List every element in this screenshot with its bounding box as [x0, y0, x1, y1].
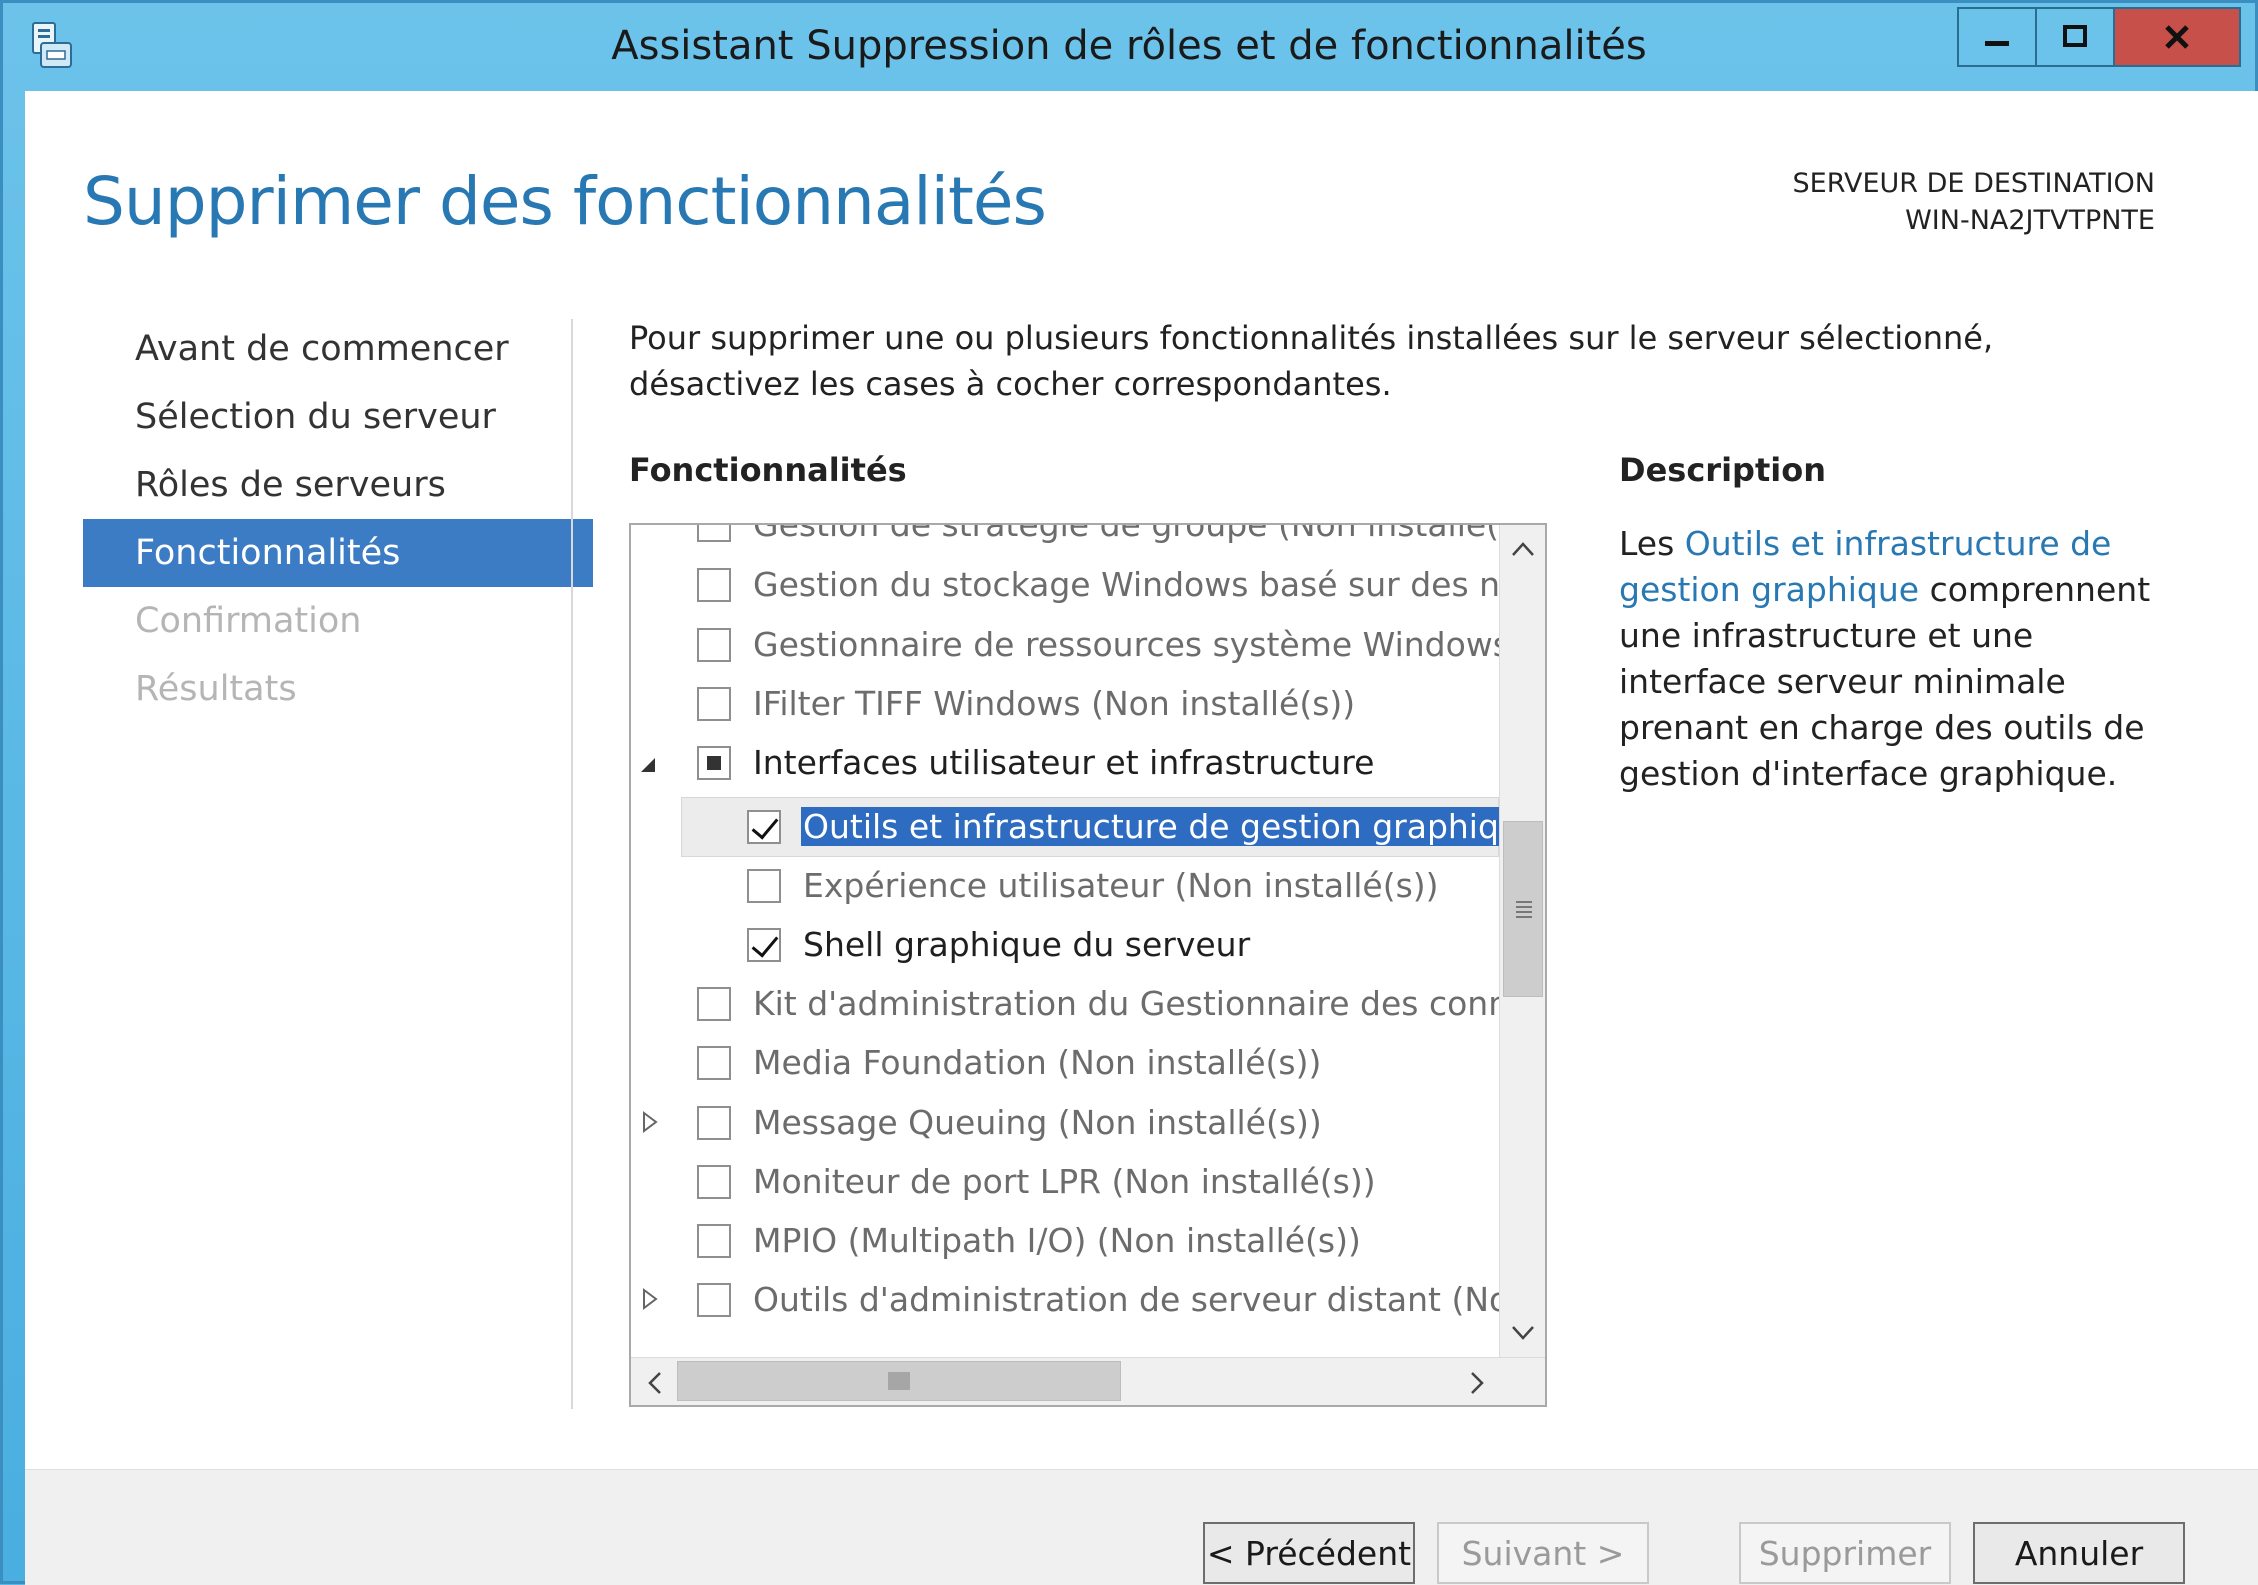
- scroll-down-icon[interactable]: [1510, 1323, 1536, 1343]
- nav-step-selection-serveur[interactable]: Sélection du serveur: [83, 383, 593, 451]
- tree-item[interactable]: Message Queuing (Non installé(s)): [631, 1093, 1499, 1152]
- feature-checkbox[interactable]: [697, 986, 731, 1021]
- scroll-right-icon[interactable]: [1467, 1370, 1487, 1396]
- vertical-scroll-thumb[interactable]: [1503, 821, 1543, 997]
- feature-label: Gestionnaire de ressources système Windo…: [753, 625, 1499, 664]
- features-tree-rows: Gestion de stratégie de groupe (Non inst…: [631, 525, 1499, 1357]
- nav-step-confirmation: Confirmation: [135, 601, 362, 641]
- tree-item[interactable]: Expérience utilisateur (Non installé(s)): [631, 856, 1499, 915]
- features-tree[interactable]: Gestion de stratégie de groupe (Non inst…: [629, 523, 1547, 1407]
- feature-checkbox[interactable]: [697, 1282, 731, 1317]
- cancel-button[interactable]: Annuler: [1973, 1522, 2185, 1584]
- feature-checkbox[interactable]: [697, 686, 731, 721]
- feature-label: Gestion de stratégie de groupe (Non inst…: [753, 525, 1499, 544]
- description-prefix: Les: [1619, 524, 1685, 563]
- collapsed-arrow-icon[interactable]: [641, 1288, 659, 1310]
- destination-server: SERVEUR DE DESTINATION WIN-NA2JTVTPNTE: [1793, 165, 2155, 239]
- feature-checkbox[interactable]: [747, 868, 781, 903]
- feature-checkbox[interactable]: [747, 809, 781, 844]
- nav-step-resultats: Résultats: [135, 669, 297, 709]
- wizard-steps-nav: Avant de commencer Sélection du serveur …: [83, 315, 593, 723]
- maximize-button[interactable]: [2037, 9, 2115, 65]
- tree-item[interactable]: Outils et infrastructure de gestion grap…: [631, 797, 1499, 856]
- feature-checkbox[interactable]: [697, 1223, 731, 1258]
- intro-text: Pour supprimer une ou plusieurs fonction…: [629, 319, 1994, 403]
- feature-label: IFilter TIFF Windows (Non installé(s)): [753, 684, 1356, 723]
- horizontal-scrollbar[interactable]: [631, 1357, 1545, 1405]
- maximize-icon: [2063, 25, 2087, 47]
- feature-checkbox[interactable]: [697, 525, 731, 542]
- description-heading: Description: [1619, 451, 1826, 489]
- feature-checkbox[interactable]: [697, 1045, 731, 1080]
- tree-item[interactable]: Gestion du stockage Windows basé sur des…: [631, 555, 1499, 614]
- feature-label: Message Queuing (Non installé(s)): [753, 1103, 1322, 1142]
- page-title: Supprimer des fonctionnalités: [83, 163, 1047, 240]
- destination-server-name: WIN-NA2JTVTPNTE: [1905, 205, 2155, 236]
- feature-label: Kit d'administration du Gestionnaire des…: [753, 984, 1499, 1023]
- previous-button[interactable]: < Précédent: [1203, 1522, 1415, 1584]
- nav-step-avant-de-commencer[interactable]: Avant de commencer: [83, 315, 593, 383]
- feature-checkbox[interactable]: [697, 1164, 731, 1199]
- feature-label: Gestion du stockage Windows basé sur des…: [753, 565, 1499, 604]
- feature-label: Media Foundation (Non installé(s)): [753, 1043, 1322, 1082]
- tree-item[interactable]: IFilter TIFF Windows (Non installé(s)): [631, 674, 1499, 733]
- collapsed-arrow-icon[interactable]: [641, 1111, 659, 1133]
- feature-label: Shell graphique du serveur: [803, 925, 1251, 964]
- wizard-footer: < Précédent Suivant > Supprimer Annuler: [25, 1469, 2258, 1585]
- feature-checkbox[interactable]: [697, 567, 731, 602]
- window-controls: [1957, 7, 2241, 67]
- tree-item[interactable]: Kit d'administration du Gestionnaire des…: [631, 974, 1499, 1033]
- minimize-button[interactable]: [1959, 9, 2037, 65]
- feature-checkbox[interactable]: [697, 627, 731, 662]
- feature-label: MPIO (Multipath I/O) (Non installé(s)): [753, 1221, 1361, 1260]
- tree-item[interactable]: Interfaces utilisateur et infrastructure: [631, 733, 1499, 792]
- tree-item[interactable]: Moniteur de port LPR (Non installé(s)): [631, 1152, 1499, 1211]
- nav-step-fonctionnalites[interactable]: Fonctionnalités: [83, 519, 593, 587]
- expanded-arrow-icon[interactable]: [639, 753, 657, 775]
- wizard-window: Assistant Suppression de rôles et de fon…: [0, 0, 2258, 1585]
- close-button[interactable]: [2115, 9, 2239, 65]
- feature-checkbox[interactable]: [747, 927, 781, 962]
- nav-step-roles-serveurs[interactable]: Rôles de serveurs: [83, 451, 593, 519]
- feature-label: Interfaces utilisateur et infrastructure: [753, 743, 1375, 782]
- feature-label: Outils et infrastructure de gestion grap…: [801, 807, 1499, 846]
- close-icon: [2165, 25, 2189, 49]
- tree-item[interactable]: Gestion de stratégie de groupe (Non inst…: [631, 525, 1499, 554]
- feature-label: Outils d'administration de serveur dista…: [753, 1280, 1499, 1319]
- remove-button[interactable]: Supprimer: [1739, 1522, 1951, 1584]
- features-heading: Fonctionnalités: [629, 451, 907, 489]
- title-bar[interactable]: Assistant Suppression de rôles et de fon…: [3, 3, 2255, 89]
- grip-icon: [1516, 901, 1532, 918]
- feature-checkbox[interactable]: [697, 1105, 731, 1140]
- feature-label: Expérience utilisateur (Non installé(s)): [803, 866, 1439, 905]
- destination-label: SERVEUR DE DESTINATION: [1792, 168, 2155, 199]
- grip-icon: [888, 1372, 910, 1390]
- nav-divider: [571, 319, 573, 1409]
- feature-checkbox[interactable]: [697, 745, 731, 780]
- vertical-scrollbar[interactable]: [1499, 525, 1545, 1357]
- horizontal-scroll-thumb[interactable]: [677, 1361, 1121, 1401]
- window-title: Assistant Suppression de rôles et de fon…: [611, 23, 1647, 69]
- tree-item[interactable]: Outils d'administration de serveur dista…: [631, 1270, 1499, 1329]
- tree-item[interactable]: Gestionnaire de ressources système Windo…: [631, 615, 1499, 674]
- tree-item[interactable]: Shell graphique du serveur: [631, 915, 1499, 974]
- minimize-icon: [1985, 41, 2009, 46]
- feature-description: Les Outils et infrastructure de gestion …: [1619, 521, 2159, 797]
- scroll-left-icon[interactable]: [645, 1370, 665, 1396]
- next-button[interactable]: Suivant >: [1437, 1522, 1649, 1584]
- scroll-up-icon[interactable]: [1510, 539, 1536, 559]
- tree-item[interactable]: Media Foundation (Non installé(s)): [631, 1033, 1499, 1092]
- feature-label: Moniteur de port LPR (Non installé(s)): [753, 1162, 1376, 1201]
- wizard-content: Supprimer des fonctionnalités SERVEUR DE…: [25, 91, 2258, 1585]
- tree-item[interactable]: MPIO (Multipath I/O) (Non installé(s)): [631, 1211, 1499, 1270]
